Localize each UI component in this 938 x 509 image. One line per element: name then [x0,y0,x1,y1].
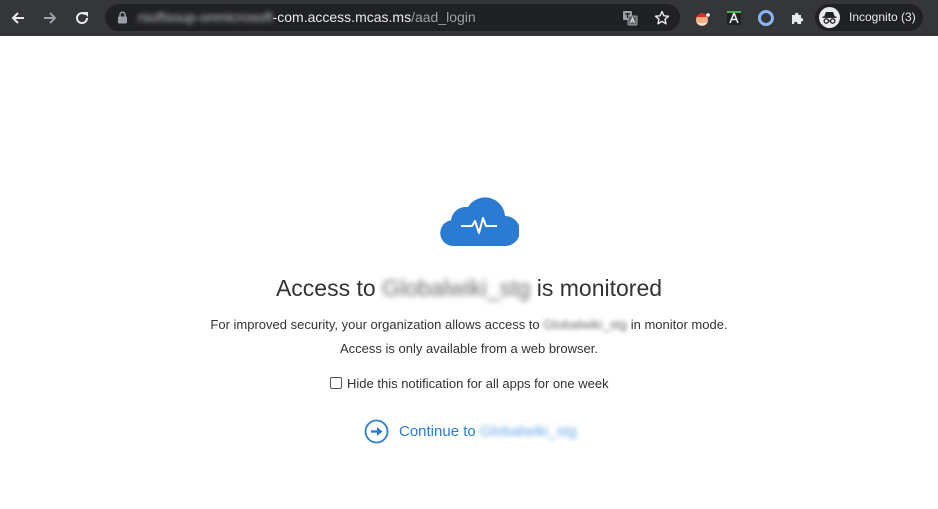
translate-button[interactable] [621,9,639,27]
continue-label: Continue to [399,422,476,440]
back-arrow-icon [11,12,24,24]
continue-link[interactable]: Continue to Globalwiki_stg [364,418,577,444]
desc-app-name: Globalwiki_stg [543,317,628,332]
incognito-avatar [819,7,840,28]
extension-font-button[interactable] [724,8,744,28]
extension-ring-button[interactable] [756,8,776,28]
url-path: /aad_login [411,9,476,25]
forward-button[interactable] [38,6,62,30]
hide-notification-checkbox[interactable] [330,377,342,389]
puzzle-icon [792,12,804,24]
description-line-1: For improved security, your organization… [0,317,938,333]
address-bar[interactable]: rsoftsoup-onmicrosoft-com.access.mcas.ms… [105,4,680,31]
forward-arrow-icon [44,12,57,24]
translate-icon [623,11,638,26]
reload-icon [76,12,89,25]
browser-toolbar: rsoftsoup-onmicrosoft-com.access.mcas.ms… [0,0,938,36]
back-button[interactable] [6,6,30,30]
extensions-menu-button[interactable] [788,8,808,28]
description-line-2: Access is only available from a web brow… [340,341,598,356]
cloud-monitor-icon [440,197,519,246]
hide-notification-label: Hide this notification for all apps for … [347,375,609,391]
reload-button[interactable] [70,6,94,30]
desc-line1-prefix: For improved security, your organization… [210,317,540,332]
continue-arrow-icon [364,419,389,443]
extension-font-icon [727,10,741,25]
page-title: Access to Globalwiki_stg is monitored [0,274,938,302]
url-host: -com.access.mcas.ms [272,9,412,25]
url-text[interactable]: rsoftsoup-onmicrosoft-com.access.mcas.ms… [138,9,476,26]
continue-app-name: Globalwiki_stg [479,422,577,440]
url-host-hidden: rsoftsoup-onmicrosoft [138,9,273,25]
hide-notification-option[interactable]: Hide this notification for all apps for … [330,374,609,392]
title-suffix: is monitored [536,275,663,301]
incognito-icon [822,12,837,24]
title-prefix: Access to [275,275,376,301]
app-name: Globalwiki_stg [382,275,531,301]
extension-ring-icon [758,10,774,26]
lock-icon[interactable] [117,11,128,24]
incognito-label: Incognito (3) [849,10,916,24]
star-icon [654,10,670,25]
incognito-profile-button[interactable]: Incognito (3) [815,4,923,31]
bookmark-star-button[interactable] [653,9,671,27]
extension-santa-button[interactable] [692,8,712,28]
extension-santa-icon [696,13,710,26]
desc-line1-suffix: in monitor mode. [630,317,728,332]
